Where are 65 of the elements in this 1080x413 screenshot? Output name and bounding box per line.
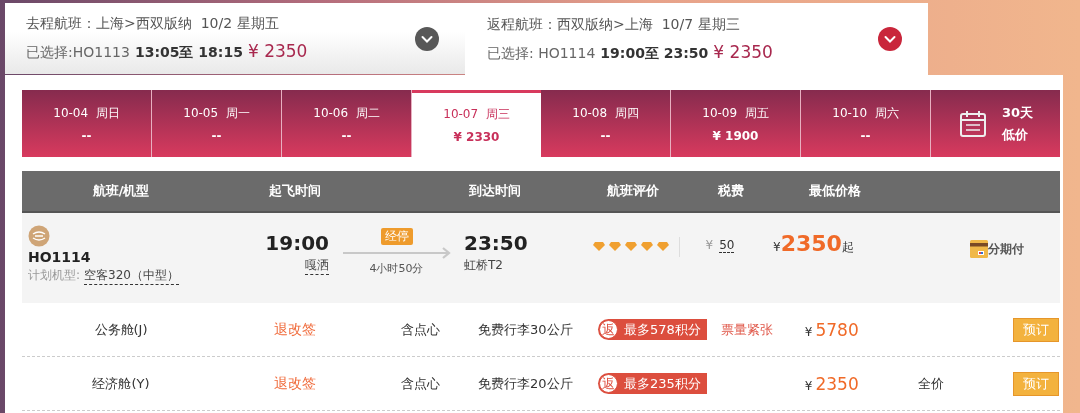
arrival-airport: 虹桥T2	[464, 257, 504, 274]
ticket-availability: 票量紧张	[720, 321, 773, 337]
currency-sign: ¥	[705, 238, 714, 253]
trip-card[interactable]: 去程航班：上海>西双版纳 10/2 星期五 已选择:HO1113 13:05至 18:15 ¥ 2350	[5, 3, 465, 74]
aircraft-type[interactable]: 空客320（中型）	[84, 267, 179, 285]
cabin-class: 公务舱(J)	[93, 320, 149, 339]
chosen-flight: 已选择:HO1113	[26, 44, 130, 62]
departure-time: 19:00	[265, 231, 329, 255]
flight-times: 13:05至 18:15	[134, 44, 243, 62]
currency-sign: ¥	[804, 378, 813, 393]
date-tab[interactable]: 10-08 周四 --	[541, 90, 671, 157]
column-header: 到达时间	[468, 182, 522, 200]
column-header: 起飞时间	[268, 182, 322, 200]
rebate-badge: 返 最多578积分	[598, 319, 707, 340]
date-tab[interactable]: 10-04 周日 --	[22, 90, 152, 157]
meal-info: 含点心	[399, 374, 441, 393]
installment-link[interactable]: 分期付	[988, 240, 1024, 258]
cabin-price: 5780	[815, 319, 859, 340]
price-suffix: 起	[841, 240, 854, 256]
date-tab[interactable]: 10-06 周二 --	[282, 90, 412, 157]
currency-sign: ¥	[773, 240, 781, 254]
flight-duration: 4小时50分	[369, 261, 424, 276]
diamond-icon	[609, 242, 621, 251]
aircraft-label: 计划机型:	[28, 267, 81, 284]
baggage-info: 免费行李30公斤	[477, 320, 574, 339]
column-header: 航班/机型	[91, 182, 151, 200]
calendar-icon	[957, 108, 988, 139]
diamond-icon	[641, 242, 653, 251]
card-icon	[970, 240, 988, 258]
lowest-price: 2350	[780, 231, 842, 256]
column-header: 航班评价	[605, 182, 660, 200]
cabin-price: 2350	[815, 373, 859, 394]
fare-note: 全价	[917, 375, 944, 391]
calendar-label: 30天	[1001, 103, 1034, 122]
flight-times: 19:00至 23:50	[600, 44, 709, 63]
arrival-time: 23:50	[464, 231, 529, 255]
chevron-down-icon[interactable]	[878, 27, 902, 51]
meal-info: 含点心	[399, 320, 441, 339]
departure-airport[interactable]: 嘎洒	[305, 257, 329, 275]
chevron-down-icon[interactable]	[415, 26, 439, 51]
cabin-class: 经济舱(Y)	[91, 374, 151, 393]
trip-route: 去程航班：上海>西双版纳 10/2 星期五	[26, 15, 280, 33]
trip-route: 返程航班：西双版纳>上海 10/7 星期三	[487, 15, 741, 34]
calendar-label: 低价	[1001, 125, 1029, 144]
chosen-flight: 已选择: HO1114	[487, 44, 596, 63]
date-tab[interactable]: 10-10 周六 --	[801, 90, 931, 157]
currency-sign: ¥	[804, 324, 813, 339]
tax-amount[interactable]: 50	[719, 238, 735, 253]
flight-number: HO1114	[28, 249, 92, 265]
date-tab[interactable]: 10-09 周五 ¥ 1900	[671, 90, 801, 157]
calendar-tab[interactable]: 30天 低价	[931, 90, 1060, 157]
rebate-badge: 返 最多235积分	[598, 373, 707, 394]
arrow-icon	[341, 247, 452, 259]
date-tab[interactable]: 10-05 周一 --	[152, 90, 282, 157]
trip-price: ¥ 2350	[247, 41, 308, 61]
diamond-icon	[593, 242, 605, 251]
trip-card[interactable]: 返程航班：西双版纳>上海 10/7 星期三 已选择: HO1114 19:00至 23:50 ¥ 2350	[465, 3, 928, 75]
diamond-icon	[625, 242, 637, 251]
column-header: 最低价格	[808, 182, 862, 200]
column-header: 税费	[717, 182, 745, 200]
baggage-info: 免费行李20公斤	[477, 374, 574, 393]
diamond-icon	[657, 242, 669, 251]
trip-price: ¥ 2350	[713, 41, 773, 62]
stopover-badge: 经停	[380, 228, 413, 245]
airline-logo-icon	[28, 225, 50, 247]
